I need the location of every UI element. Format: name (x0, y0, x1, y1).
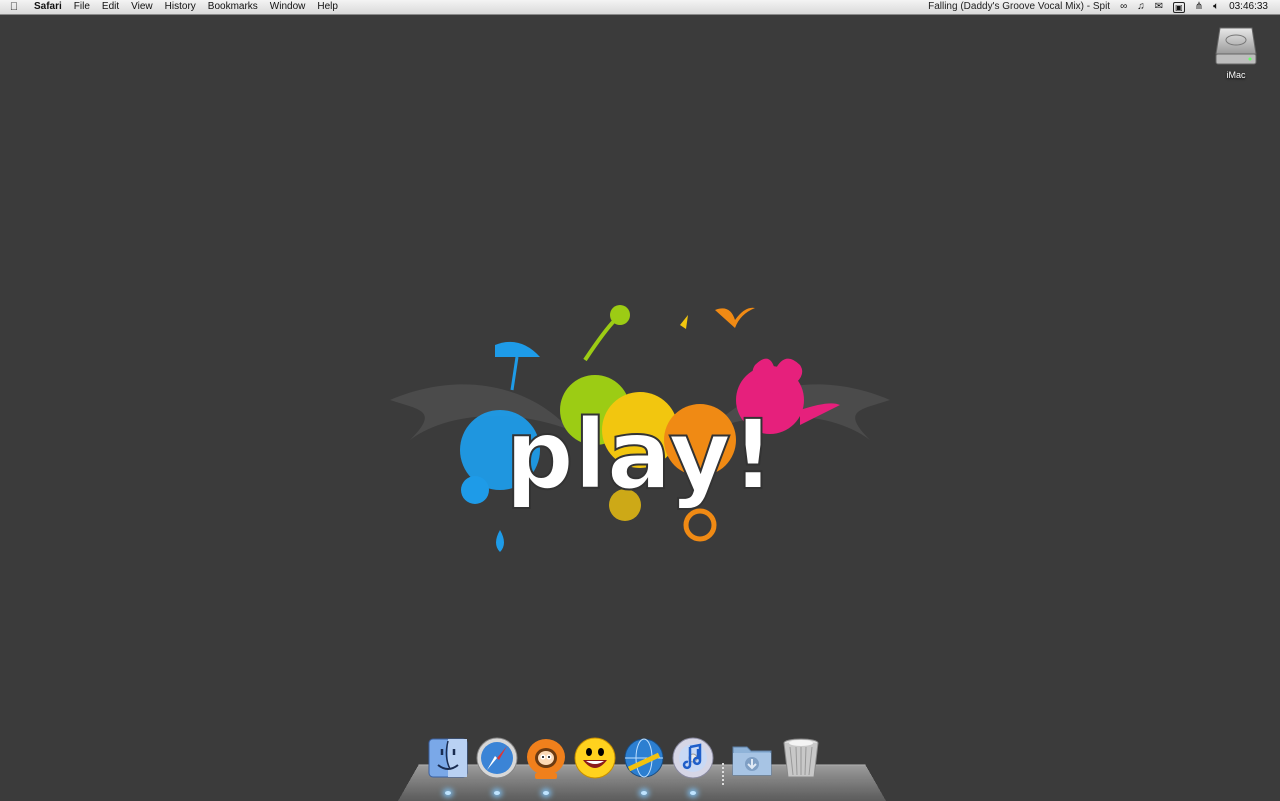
itunes-cd-icon (672, 737, 714, 779)
running-indicator (690, 791, 696, 795)
running-indicator (543, 791, 549, 795)
dock-item-yahoo-messenger[interactable] (571, 735, 620, 787)
dock-item-safari[interactable] (473, 735, 522, 795)
dock-item-trash[interactable] (777, 735, 826, 787)
menu-view[interactable]: View (125, 0, 159, 14)
dock-item-network[interactable] (620, 735, 669, 795)
dock (424, 735, 826, 795)
apple-logo-icon[interactable]:  (0, 0, 28, 14)
menu-edit[interactable]: Edit (96, 0, 125, 14)
smiley-face-icon (574, 737, 616, 779)
menu-help[interactable]: Help (311, 0, 344, 14)
kenny-character-icon (527, 739, 565, 779)
finder-icon (428, 738, 468, 778)
music-note-icon[interactable]: ♫ (1132, 0, 1150, 14)
globe-icon (624, 738, 664, 778)
safari-compass-icon (476, 737, 518, 779)
menu-history[interactable]: History (159, 0, 202, 14)
bluetooth-icon[interactable]: ⋔ (1190, 0, 1208, 14)
hard-drive-icon (1215, 27, 1257, 65)
dock-item-itunes[interactable] (669, 735, 718, 795)
volume-icon[interactable]: 🔈︎ (1208, 0, 1224, 14)
running-indicator (641, 791, 647, 795)
menu-file[interactable]: File (68, 0, 96, 14)
desktop-hard-drive[interactable]: iMac (1206, 20, 1266, 80)
wallpaper-play-artwork: play! (390, 305, 890, 552)
mail-icon[interactable]: ✉ (1150, 0, 1168, 14)
menu-extras: Falling (Daddy's Groove Vocal Mix) - Spi… (923, 0, 1280, 14)
now-playing-track[interactable]: Falling (Daddy's Groove Vocal Mix) - Spi… (923, 0, 1115, 14)
dock-item-kenny[interactable] (522, 735, 571, 795)
dock-item-finder[interactable] (424, 735, 473, 795)
trash-icon (783, 738, 819, 778)
running-indicator (494, 791, 500, 795)
downloads-folder-icon (732, 746, 772, 776)
wallpaper-text: play! (505, 399, 775, 511)
hard-drive-label: iMac (1226, 70, 1246, 80)
menu-bookmarks[interactable]: Bookmarks (202, 0, 264, 14)
menu-clock[interactable]: 03:46:33 (1224, 0, 1280, 14)
dock-separator (718, 735, 728, 787)
menu-bar:  Safari File Edit View History Bookmark… (0, 0, 1280, 15)
dock-item-downloads[interactable] (728, 735, 777, 787)
script-menu-icon[interactable]: ∞ (1115, 0, 1132, 14)
menu-window[interactable]: Window (264, 0, 312, 14)
screen-icon[interactable]: ▣ (1173, 1, 1185, 13)
menu-app-safari[interactable]: Safari (28, 0, 68, 14)
running-indicator (445, 791, 451, 795)
